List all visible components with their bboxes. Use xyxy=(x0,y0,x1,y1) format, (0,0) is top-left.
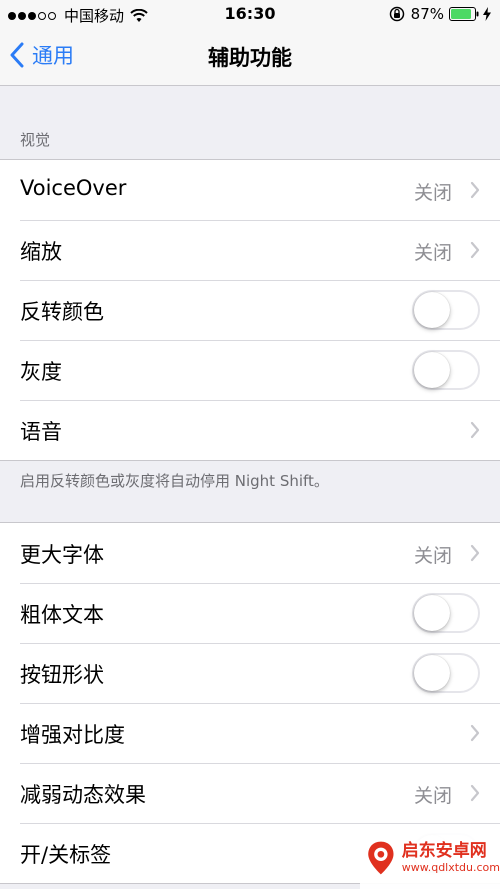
row-label: 灰度 xyxy=(20,360,62,384)
toggle-knob xyxy=(414,655,450,691)
row-label: 更大字体 xyxy=(20,543,104,567)
chevron-left-icon xyxy=(10,42,24,68)
back-button-label: 通用 xyxy=(32,44,74,68)
row-value: 关闭 xyxy=(413,545,452,567)
row-value: 关闭 xyxy=(413,242,452,264)
watermark-url: www.qdlxtdu.com xyxy=(401,861,500,874)
rotation-lock-icon xyxy=(389,6,404,22)
watermark-text: 启东安卓网 www.qdlxtdu.com xyxy=(402,841,500,875)
section-header-vision: 视觉 xyxy=(20,131,51,149)
settings-row-increase-contrast[interactable]: 增强对比度 xyxy=(0,703,500,763)
watermark-logo-icon xyxy=(368,841,394,875)
status-right: 87% xyxy=(389,5,492,23)
status-bar: 中国移动 16:30 87% xyxy=(0,0,500,28)
chevron-right-icon xyxy=(470,181,480,199)
row-label: 语音 xyxy=(20,420,62,444)
invert-colors-toggle[interactable] xyxy=(412,290,480,330)
row-label: 粗体文本 xyxy=(20,603,104,627)
chevron-right-icon xyxy=(470,784,480,802)
settings-row-grayscale: 灰度 xyxy=(0,340,500,400)
button-shapes-toggle[interactable] xyxy=(412,653,480,693)
grayscale-toggle[interactable] xyxy=(412,350,480,390)
toggle-knob xyxy=(414,352,450,388)
row-label: 减弱动态效果 xyxy=(20,783,146,807)
back-button[interactable]: 通用 xyxy=(10,40,74,70)
chevron-right-icon xyxy=(470,241,480,259)
navigation-bar: 通用 辅助功能 xyxy=(0,28,500,86)
bold-text-toggle[interactable] xyxy=(412,593,480,633)
watermark-title: 启东安卓网 xyxy=(401,841,487,861)
row-value: 关闭 xyxy=(413,182,452,204)
settings-row-invert-colors: 反转颜色 xyxy=(0,280,500,340)
chevron-right-icon xyxy=(470,724,480,742)
settings-row-reduce-motion[interactable]: 减弱动态效果 关闭 xyxy=(0,763,500,823)
battery-icon xyxy=(449,7,479,21)
toggle-knob xyxy=(414,292,450,328)
row-label: 按钮形状 xyxy=(20,663,104,687)
settings-group-vision: VoiceOver 关闭 缩放 关闭 反转颜色 灰度 语音 xyxy=(0,159,500,461)
settings-row-larger-text[interactable]: 更大字体 关闭 xyxy=(0,523,500,583)
toggle-knob xyxy=(414,595,450,631)
page-title: 辅助功能 xyxy=(208,46,292,70)
battery-percent: 87% xyxy=(410,5,444,23)
watermark: 启东安卓网 www.qdlxtdu.com xyxy=(360,827,500,889)
charging-bolt-icon xyxy=(483,7,491,21)
row-label: 缩放 xyxy=(20,240,62,264)
settings-row-zoom[interactable]: 缩放 关闭 xyxy=(0,220,500,280)
row-value: 关闭 xyxy=(413,785,452,807)
settings-row-speech[interactable]: 语音 xyxy=(0,400,500,460)
settings-row-bold-text: 粗体文本 xyxy=(0,583,500,643)
row-label: VoiceOver xyxy=(20,176,127,200)
row-label: 开/关标签 xyxy=(20,843,112,867)
settings-row-voiceover[interactable]: VoiceOver 关闭 xyxy=(0,160,500,220)
settings-row-button-shapes: 按钮形状 xyxy=(0,643,500,703)
chevron-right-icon xyxy=(470,544,480,562)
section-footer-note: 启用反转颜色或灰度将自动停用 Night Shift。 xyxy=(20,472,329,490)
chevron-right-icon xyxy=(470,421,480,439)
row-label: 反转颜色 xyxy=(20,300,104,324)
row-label: 增强对比度 xyxy=(20,723,125,747)
